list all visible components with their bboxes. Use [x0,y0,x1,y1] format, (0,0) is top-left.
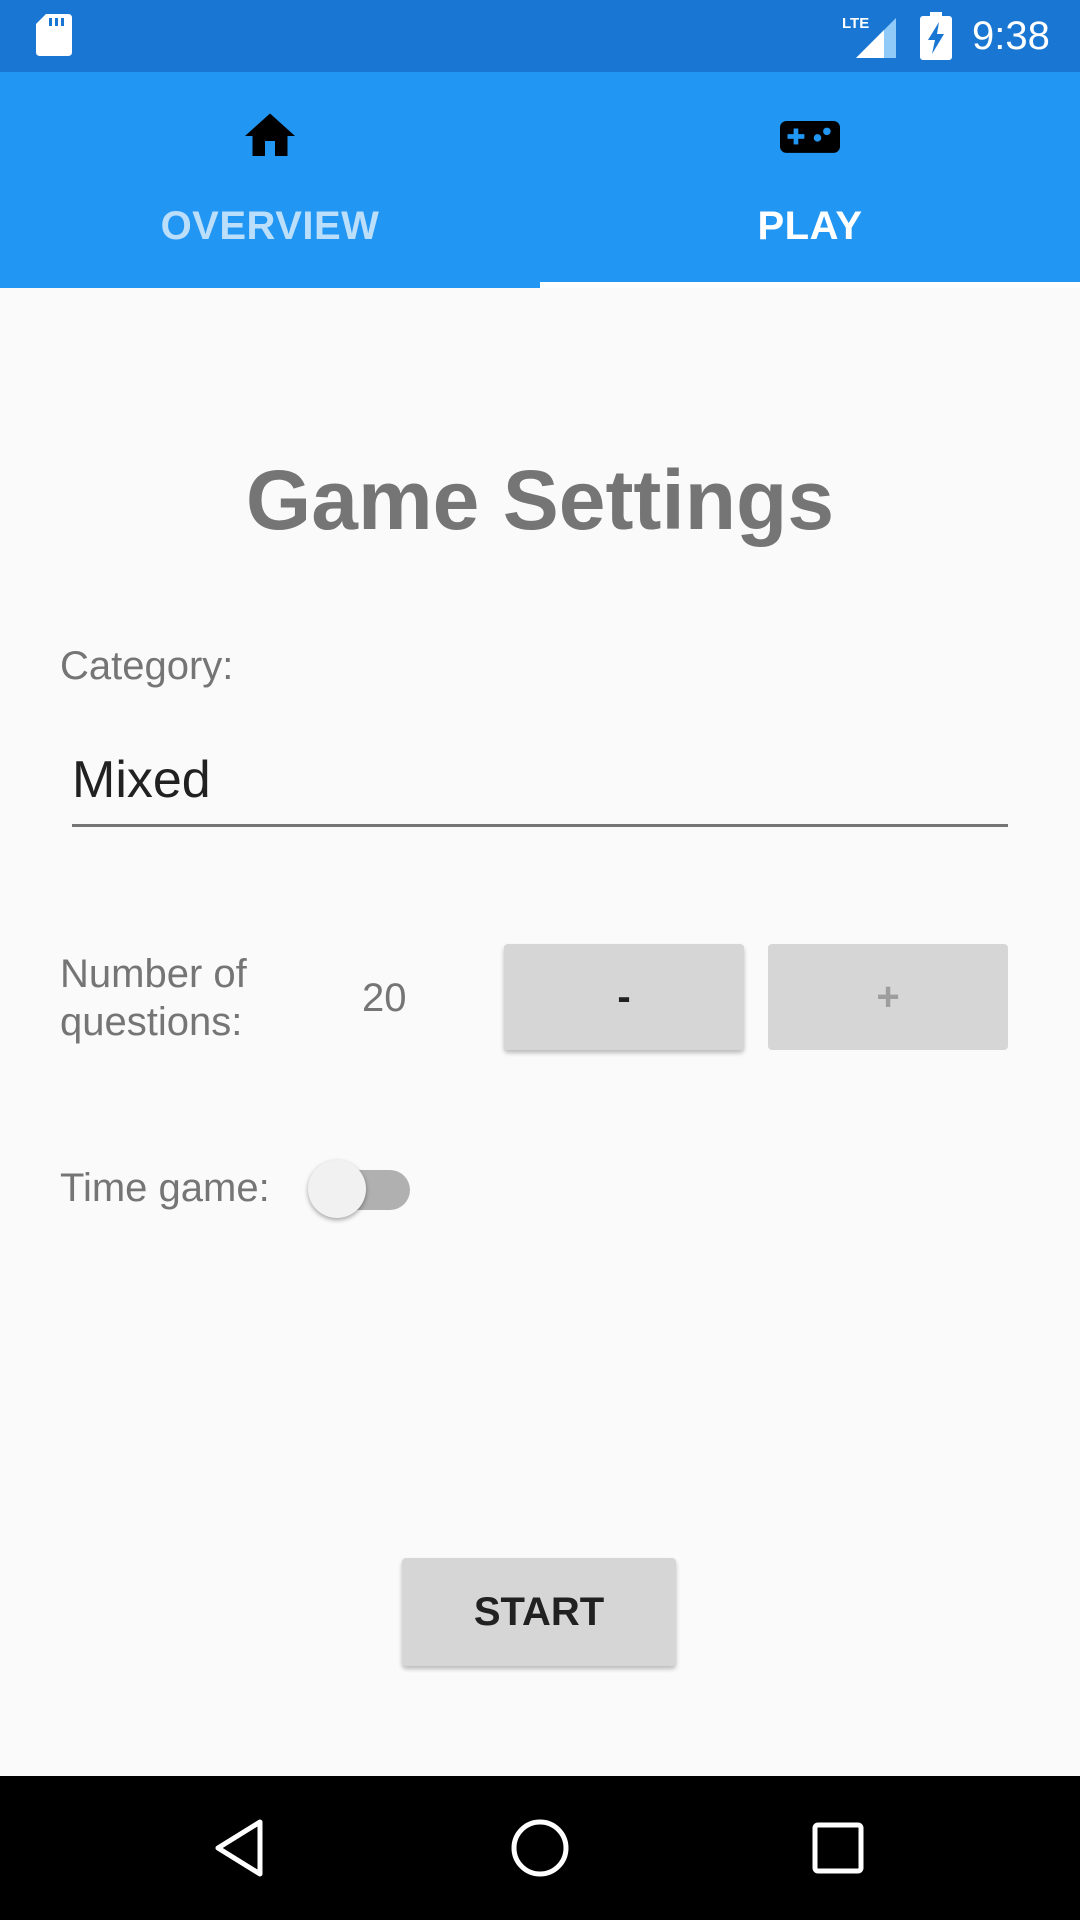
gamepad-icon [780,121,840,153]
start-button[interactable]: START [402,1558,676,1666]
home-circle-icon[interactable] [508,1816,572,1880]
category-value: Mixed [72,751,211,809]
switch-thumb [308,1160,366,1218]
tab-overview-label: OVERVIEW [160,204,380,248]
time-game-label: Time game: [60,1166,270,1210]
increment-button[interactable]: + [768,944,1008,1050]
page-title: Game Settings [245,453,835,547]
svg-text:LTE: LTE [842,15,869,32]
sd-card-icon [36,14,72,56]
nav-bar [0,1776,1080,1920]
recent-apps-icon[interactable] [806,1816,870,1880]
home-icon [245,113,295,156]
status-bar: LTE 9:38 [0,0,1080,72]
battery-charging-icon [920,12,952,60]
status-clock: 9:38 [972,14,1050,58]
tab-indicator [540,282,1080,288]
category-label: Category: [60,644,234,688]
questions-label: Number of questions: [60,952,247,1044]
tab-play[interactable]: PLAY [540,72,1080,288]
decrement-button[interactable]: - [504,944,744,1050]
lte-signal-icon: LTE [842,15,896,58]
back-icon[interactable] [210,1816,274,1880]
category-picker[interactable]: Mixed [72,744,1008,827]
questions-count: 20 [362,976,407,1020]
tab-bar: OVERVIEW PLAY [0,72,1080,288]
tab-play-label: PLAY [757,204,863,248]
tab-overview[interactable]: OVERVIEW [0,72,540,288]
time-game-switch[interactable] [306,1158,410,1220]
